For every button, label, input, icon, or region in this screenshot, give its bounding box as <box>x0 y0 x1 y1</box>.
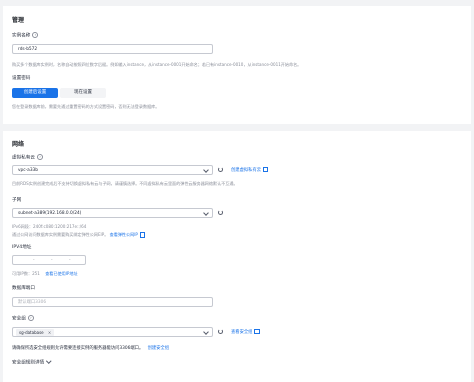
security-rules-toggle[interactable]: 安全组规则详情 <box>12 358 52 366</box>
ipv4-separator: - <box>51 258 53 263</box>
view-eip-link[interactable]: 查看弹性公网IP <box>110 232 146 238</box>
ipv4-label: IPV4地址 <box>12 245 32 250</box>
help-icon[interactable]: ? <box>32 32 39 38</box>
ipv4-separator: - <box>69 258 71 263</box>
instance-name-input[interactable]: rds-b572 <box>12 44 213 54</box>
security-group-tag: sg-database × <box>16 328 55 336</box>
create-vpc-link[interactable]: 创建虚拟私有云 <box>231 167 269 173</box>
subnet-label: 子网 <box>12 198 22 203</box>
network-section: 网络 虚拟私有云? vpc-a33b 创建虚拟私有云 目前RDS实例创建完成后不… <box>3 131 471 382</box>
subnet-select-value: subnet-a389(192.168.0.0/24) <box>18 211 82 216</box>
management-section: 管理 实例名称? rds-b572 购买多个数据库实例时，名称自动按照四位数字后… <box>3 6 471 124</box>
help-icon[interactable]: ? <box>36 154 43 160</box>
vpc-select-value: vpc-a33b <box>18 168 39 173</box>
network-title: 网络 <box>12 141 25 148</box>
chevron-down-icon <box>203 167 209 173</box>
security-group-label: 安全组? <box>12 315 34 322</box>
password-label: 设置密码 <box>12 76 31 81</box>
vpc-label: 虚拟私有云? <box>12 154 43 161</box>
refresh-icon[interactable] <box>218 329 223 334</box>
create-security-group-link[interactable]: 创建安全组 <box>148 346 169 351</box>
chevron-down-icon <box>203 210 209 216</box>
vpc-hint: 目前RDS实例创建完成后不支持切换虚拟私有云与子网，请谨慎选择。不同虚拟私有云里… <box>12 181 238 186</box>
help-icon[interactable]: ? <box>27 315 34 321</box>
instance-name-hint: 购买多个数据库实例时，名称自动按照四位数字后缀。例如输入instance，从in… <box>12 62 302 67</box>
external-link-icon <box>139 232 146 238</box>
ipv4-separator: - <box>33 258 35 263</box>
refresh-icon[interactable] <box>218 167 223 172</box>
refresh-icon[interactable] <box>218 210 223 215</box>
password-option-now[interactable]: 现在设置 <box>60 88 106 98</box>
ipv4-input[interactable]: - - - <box>12 255 86 265</box>
db-port-input[interactable]: 默认端口3306 <box>12 297 213 307</box>
view-security-group-link[interactable]: 查看安全组 <box>231 329 260 335</box>
security-group-hint: 请确保所选安全组规则允许需要连接实例的服务器能访问3306端口。 创建安全组 <box>12 346 170 351</box>
management-title: 管理 <box>12 17 25 24</box>
db-port-label: 数据库端口 <box>12 286 35 291</box>
chevron-down-icon <box>203 329 209 335</box>
ipv6-hint: IPv6网段：240f:c080:1200:217e::/64 <box>12 224 87 229</box>
instance-name-label: 实例名称? <box>12 32 39 39</box>
vpc-select[interactable]: vpc-a33b <box>12 165 213 175</box>
password-option-later[interactable]: 创建后设置 <box>12 88 58 98</box>
close-icon[interactable]: × <box>48 330 51 335</box>
view-used-ip-link[interactable]: 查看已使用IP地址 <box>45 271 77 276</box>
external-link-icon <box>263 167 269 173</box>
chevron-down-icon <box>46 358 52 364</box>
available-ip-count: 可用IP数：251 查看已使用IP地址 <box>12 271 78 276</box>
external-link-icon <box>254 329 260 335</box>
subnet-select[interactable]: subnet-a389(192.168.0.0/24) <box>12 208 213 218</box>
public-access-hint: 通过公网访问数据库实例需要购买绑定弹性公网EIP。 查看弹性公网IP <box>12 232 146 238</box>
password-hint: 您在登录数据库前，需要先通过重置密码的方式设置密码，否则无法登录数据库。 <box>12 104 160 109</box>
